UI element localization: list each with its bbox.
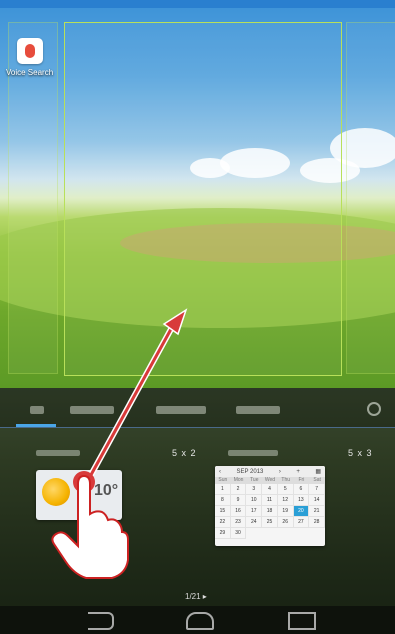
recent-apps-icon[interactable]	[288, 612, 316, 630]
hand-icon	[51, 471, 129, 579]
home-icon[interactable]	[186, 612, 214, 630]
back-icon[interactable]	[88, 612, 114, 630]
navigation-bar	[0, 606, 395, 634]
screen: Voice Search 5 x 2 5 x 3 10° ‹ SEP 2013 …	[0, 0, 395, 634]
